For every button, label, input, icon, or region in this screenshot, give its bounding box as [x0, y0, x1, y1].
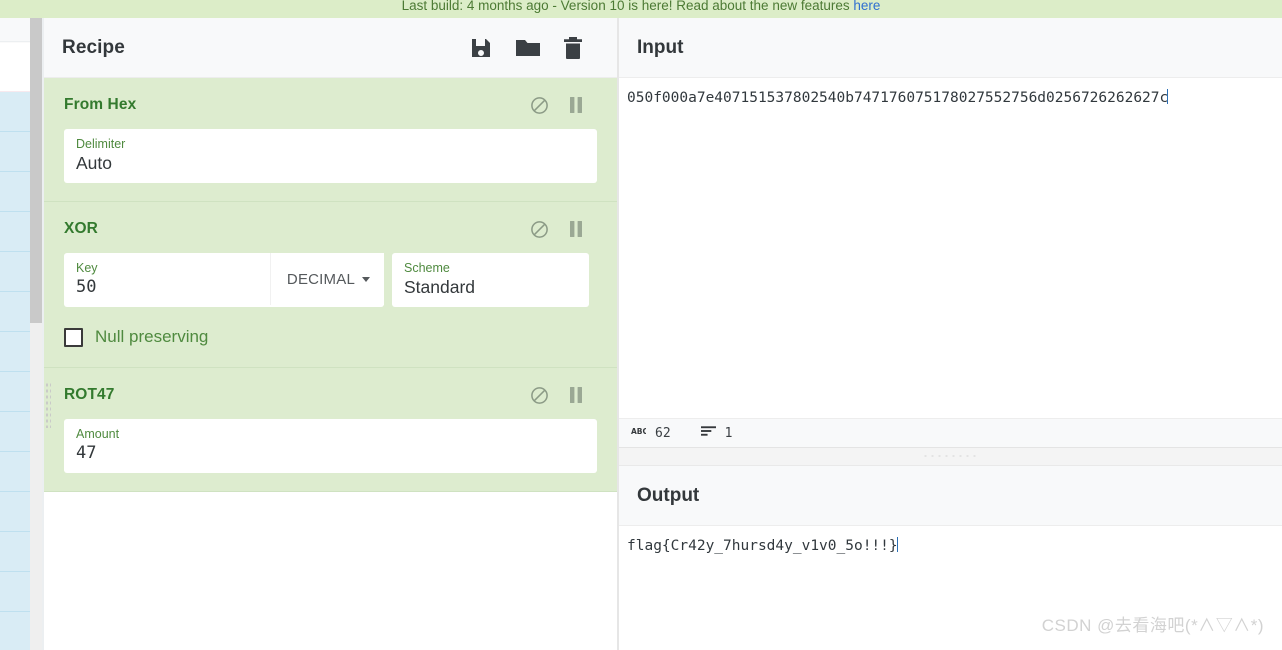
argument-key[interactable]: Key 50 DECIMAL [64, 253, 384, 307]
operation-title: ROT47 [64, 386, 115, 403]
status-lines-value: 1 [724, 425, 733, 441]
argument-null-preserving[interactable]: Null preserving [64, 327, 597, 347]
banner-text: Last build: 4 months ago - Version 10 is… [401, 0, 854, 13]
list-item[interactable] [0, 92, 30, 132]
abc-icon: ABC [631, 426, 649, 441]
argument-value[interactable]: 47 [76, 442, 585, 464]
argument-scheme[interactable]: Scheme Standard [392, 253, 589, 307]
recipe-toolbar [469, 36, 599, 60]
argument-delimiter[interactable]: Delimiter Auto [64, 129, 597, 183]
list-item[interactable] [0, 132, 30, 172]
list-item[interactable] [0, 212, 30, 252]
operations-search-input[interactable] [0, 43, 30, 92]
recipe-operation-rot47[interactable]: ROT47 Amount 47 [44, 368, 617, 492]
save-icon[interactable] [469, 36, 493, 60]
disable-icon[interactable] [530, 96, 549, 115]
input-value[interactable]: 050f000a7e407151537802540b74717607517802… [627, 90, 1168, 106]
argument-value[interactable]: Standard [404, 276, 577, 298]
input-header: Input [619, 18, 1282, 78]
output-value: flag{Cr42y_7hursd4y_v1v0_5o!!!} [627, 538, 898, 554]
recipe-empty-dropzone[interactable] [44, 492, 617, 650]
list-item[interactable] [0, 452, 30, 492]
io-splitter[interactable] [619, 448, 1282, 466]
disable-icon[interactable] [530, 386, 549, 405]
operations-scrollbar-thumb[interactable] [30, 18, 42, 323]
list-item[interactable] [0, 252, 30, 292]
operations-list[interactable] [0, 92, 30, 650]
argument-value[interactable]: Auto [76, 152, 585, 174]
recipe-operation-list[interactable]: From Hex Delimiter Auto XOR Key 50 DECIM… [44, 78, 617, 650]
output-caret [896, 537, 898, 552]
output-title: Output [637, 484, 700, 506]
operation-header: From Hex [64, 92, 597, 118]
operation-title: XOR [64, 220, 98, 237]
list-item[interactable] [0, 292, 30, 332]
input-title: Input [637, 36, 684, 58]
list-item[interactable] [0, 172, 30, 212]
input-textarea[interactable]: 050f000a7e407151537802540b74717607517802… [619, 78, 1282, 418]
key-format-label: DECIMAL [286, 270, 355, 288]
version-banner: Last build: 4 months ago - Version 10 is… [0, 0, 1282, 18]
cyberchef-app: Last build: 4 months ago - Version 10 is… [0, 0, 1282, 650]
list-item[interactable] [0, 612, 30, 650]
status-length-value: 62 [655, 425, 671, 441]
banner-link[interactable]: here [853, 0, 880, 13]
text-caret [1167, 89, 1169, 104]
lines-icon [700, 425, 716, 441]
status-length: ABC 62 [631, 426, 671, 441]
pause-icon[interactable] [569, 220, 583, 238]
operation-header: XOR [64, 216, 597, 242]
operation-controls [530, 220, 597, 239]
disable-icon[interactable] [530, 220, 549, 239]
operation-arguments: Delimiter Auto [64, 129, 597, 183]
io-column: Input 050f000a7e407151537802540b74717607… [619, 18, 1282, 650]
list-item[interactable] [0, 572, 30, 612]
recipe-operation-from-hex[interactable]: From Hex Delimiter Auto [44, 78, 617, 202]
operation-arguments: Key 50 DECIMAL Scheme Standard [64, 253, 597, 307]
list-item[interactable] [0, 372, 30, 412]
trash-icon[interactable] [563, 36, 583, 60]
recipe-operation-xor[interactable]: XOR Key 50 DECIMAL Scheme Standard Null … [44, 202, 617, 368]
watermark: CSDN @去看海吧(*∧▽∧*) [1041, 616, 1264, 635]
recipe-pane: Recipe From Hex Delimiter Auto XOR Key 5… [44, 18, 619, 650]
operation-title: From Hex [64, 96, 137, 113]
status-lines: 1 [700, 425, 733, 441]
list-item[interactable] [0, 332, 30, 372]
operation-arguments: Amount 47 [64, 419, 597, 473]
splitter-grip-icon [921, 454, 980, 458]
list-item[interactable] [0, 492, 30, 532]
svg-text:ABC: ABC [631, 427, 646, 436]
list-item[interactable] [0, 532, 30, 572]
pause-icon[interactable] [569, 386, 583, 404]
pause-icon[interactable] [569, 96, 583, 114]
recipe-header: Recipe [44, 18, 617, 78]
operation-header: ROT47 [64, 382, 597, 408]
operations-search-header [0, 18, 30, 42]
recipe-title: Recipe [62, 36, 125, 58]
input-status-bar: ABC 62 1 [619, 418, 1282, 448]
folder-icon[interactable] [515, 36, 541, 60]
list-item[interactable] [0, 412, 30, 452]
argument-label: Delimiter [76, 137, 126, 151]
input-text-wrapper[interactable]: 050f000a7e407151537802540b74717607517802… [619, 78, 1282, 116]
operation-drag-handle[interactable] [45, 382, 51, 428]
argument-label: Amount [76, 427, 120, 441]
null-preserving-checkbox[interactable] [64, 327, 83, 347]
operation-controls [530, 96, 597, 115]
operation-controls [530, 386, 597, 405]
argument-label: Scheme [404, 261, 450, 275]
key-format-dropdown[interactable]: DECIMAL [269, 253, 384, 305]
operations-pane [0, 18, 30, 650]
chevron-down-icon [362, 276, 370, 282]
output-text-wrapper[interactable]: flag{Cr42y_7hursd4y_v1v0_5o!!!} [619, 526, 1282, 564]
null-preserving-label: Null preserving [95, 327, 209, 346]
output-header: Output [619, 466, 1282, 526]
argument-amount[interactable]: Amount 47 [64, 419, 597, 473]
